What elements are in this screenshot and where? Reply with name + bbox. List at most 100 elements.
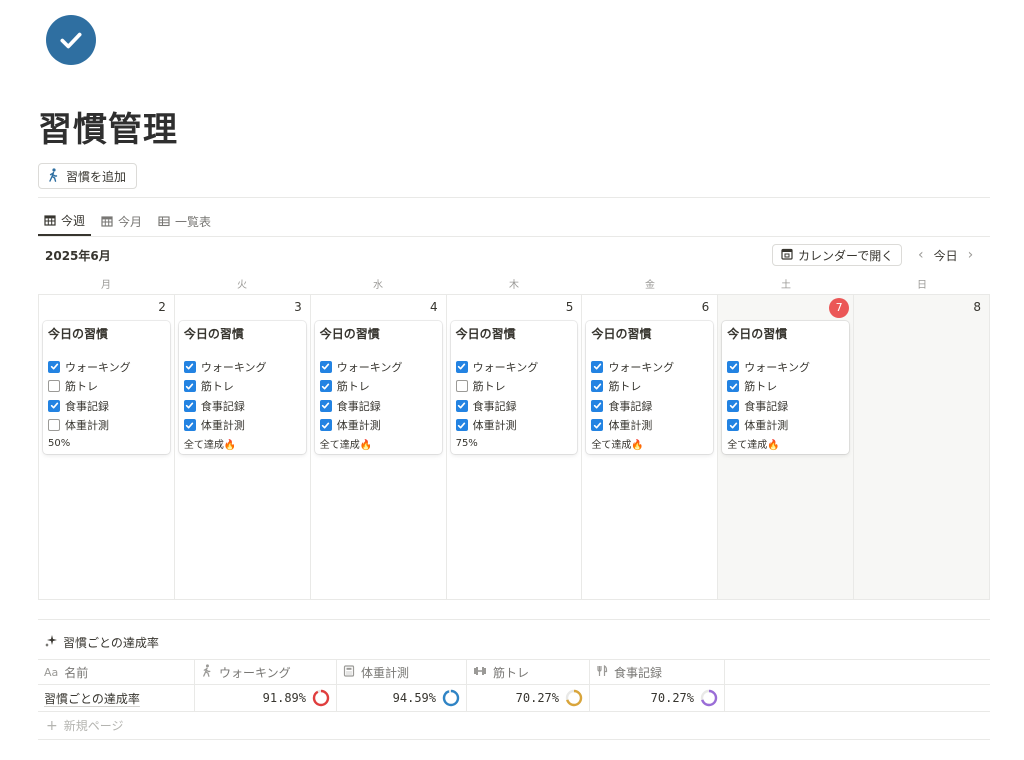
- add-habit-button[interactable]: 習慣を追加: [38, 163, 138, 189]
- checkbox-checked[interactable]: [591, 399, 604, 412]
- checkbox-checked[interactable]: [455, 360, 468, 373]
- checkbox-checked[interactable]: [319, 419, 332, 432]
- divider: [38, 197, 990, 198]
- habit-card[interactable]: 今日の習慣 ウォーキング 筋トレ 食事記録 体重計測 全て達成🔥: [178, 321, 306, 454]
- progress-ring-icon: [700, 689, 718, 707]
- calendar-day[interactable]: 7 今日の習慣 ウォーキング 筋トレ 食事記録 体重計測 全て達成🔥: [718, 295, 855, 599]
- habit-card[interactable]: 今日の習慣 ウォーキング 筋トレ 食事記録 体重計測 全て達成🔥: [586, 321, 714, 454]
- checkbox-checked[interactable]: [183, 399, 196, 412]
- checkbox-checked[interactable]: [183, 360, 196, 373]
- day-number: 3: [294, 300, 302, 314]
- table-row[interactable]: 習慣ごとの達成率 91.89% 94.59% 70.27% 70.27%: [38, 685, 990, 712]
- habit-list: ウォーキング 筋トレ 食事記録 体重計測: [48, 357, 165, 435]
- checkbox-checked[interactable]: [319, 380, 332, 393]
- habit-card[interactable]: 今日の習慣 ウォーキング 筋トレ 食事記録 体重計測 全て達成🔥: [722, 321, 850, 454]
- habit-list: ウォーキング 筋トレ 食事記録 体重計測: [455, 357, 573, 436]
- weekday-header: 月 火 水 木 金 土 日: [38, 276, 990, 291]
- table-icon: [158, 215, 170, 227]
- habit-item: 筋トレ: [455, 377, 573, 397]
- habit-label: 食事記録: [744, 399, 789, 413]
- column-header-meal[interactable]: 食事記録: [590, 660, 725, 684]
- checkbox-checked[interactable]: [48, 360, 60, 373]
- checkbox-checked[interactable]: [727, 380, 740, 393]
- calendar-day[interactable]: 2 今日の習慣 ウォーキング 筋トレ 食事記録 体重計測 50%: [39, 295, 175, 599]
- tab-label: 今月: [118, 214, 143, 229]
- chevron-right-icon[interactable]: ›: [968, 247, 974, 263]
- checkbox-checked[interactable]: [727, 360, 740, 373]
- completion-status: 全て達成🔥: [591, 439, 644, 451]
- calendar-day[interactable]: 8: [854, 295, 990, 599]
- habit-card[interactable]: 今日の習慣 ウォーキング 筋トレ 食事記録 体重計測 全て達成🔥: [314, 321, 442, 454]
- checkbox-checked[interactable]: [183, 419, 196, 432]
- strength-rate-cell[interactable]: 70.27%: [467, 685, 590, 711]
- page-title: 習慣管理: [38, 110, 178, 150]
- habit-item: 体重計測: [319, 416, 437, 436]
- habit-card[interactable]: 今日の習慣 ウォーキング 筋トレ 食事記録 体重計測 75%: [450, 321, 578, 454]
- habit-item: 食事記録: [183, 396, 301, 416]
- walking-rate-cell[interactable]: 91.89%: [195, 685, 337, 711]
- habit-item: 食事記録: [727, 396, 844, 416]
- column-header-strength[interactable]: 筋トレ: [467, 660, 590, 684]
- today-button[interactable]: 今日: [934, 247, 958, 264]
- calendar-day[interactable]: 6 今日の習慣 ウォーキング 筋トレ 食事記録 体重計測 全て達成🔥: [582, 295, 719, 599]
- habit-label: ウォーキング: [608, 360, 675, 374]
- calendar-day[interactable]: 4 今日の習慣 ウォーキング 筋トレ 食事記録 体重計測 全て達成🔥: [311, 295, 447, 599]
- completion-status: 全て達成🔥: [319, 439, 373, 451]
- habit-item: 食事記録: [455, 396, 573, 416]
- column-header-walking[interactable]: ウォーキング: [195, 660, 337, 684]
- habit-item: ウォーキング: [727, 357, 844, 377]
- column-header-name[interactable]: Aa 名前: [38, 660, 195, 684]
- open-in-calendar-button[interactable]: カレンダーで開く: [772, 244, 903, 266]
- page-check-icon[interactable]: [46, 15, 96, 65]
- checkbox-checked[interactable]: [591, 419, 604, 432]
- column-header-weight[interactable]: 体重計測: [337, 660, 467, 684]
- calendar-icon: [44, 214, 56, 226]
- checkbox-checked[interactable]: [591, 360, 604, 373]
- card-title: 今日の習慣: [183, 327, 244, 341]
- habit-label: 筋トレ: [744, 380, 778, 394]
- habit-list: ウォーキング筋トレ食事記録体重計測: [591, 357, 708, 435]
- row-name-cell[interactable]: 習慣ごとの達成率: [38, 685, 195, 711]
- habit-item: 筋トレ: [591, 377, 708, 397]
- weekday-label: 木: [509, 280, 519, 291]
- view-tabs: 今週 今月 一覧表: [38, 206, 217, 236]
- tab-this-week[interactable]: 今週: [38, 206, 92, 236]
- checkbox-checked[interactable]: [183, 380, 196, 393]
- checkbox-checked[interactable]: [455, 399, 468, 412]
- checkbox-checked[interactable]: [727, 399, 740, 412]
- checkbox-unchecked[interactable]: [48, 419, 60, 432]
- tab-this-month[interactable]: 今月: [95, 206, 148, 236]
- checkbox-checked[interactable]: [591, 380, 604, 393]
- calendar-day[interactable]: 5 今日の習慣 ウォーキング 筋トレ 食事記録 体重計測 75%: [447, 295, 583, 599]
- dumbbell-icon: [473, 665, 487, 680]
- progress-ring-icon: [565, 689, 583, 707]
- checkbox-unchecked[interactable]: [48, 380, 60, 393]
- weight-rate-cell[interactable]: 94.59%: [337, 685, 467, 711]
- new-page-button[interactable]: + 新規ページ: [38, 712, 990, 740]
- fork-knife-icon: [596, 664, 608, 680]
- habit-label: 体重計測: [65, 419, 109, 433]
- tab-list[interactable]: 一覧表: [152, 206, 217, 236]
- day-number: 2: [158, 300, 166, 314]
- habit-list: ウォーキング筋トレ食事記録体重計測: [727, 357, 844, 435]
- tab-label: 今週: [61, 213, 86, 228]
- checkbox-unchecked[interactable]: [455, 380, 468, 393]
- chevron-left-icon[interactable]: ‹: [918, 247, 924, 263]
- habit-item: 筋トレ: [48, 377, 165, 397]
- habit-label: 体重計測: [744, 419, 789, 433]
- checkbox-checked[interactable]: [319, 360, 332, 373]
- habit-card[interactable]: 今日の習慣 ウォーキング 筋トレ 食事記録 体重計測 50%: [43, 321, 170, 454]
- habit-item: 体重計測: [455, 416, 573, 436]
- checkbox-checked[interactable]: [319, 399, 332, 412]
- meal-rate-cell[interactable]: 70.27%: [590, 685, 725, 711]
- habit-label: 食事記録: [608, 399, 653, 413]
- checkbox-checked[interactable]: [455, 419, 468, 432]
- completion-status: 全て達成🔥: [727, 439, 780, 451]
- habit-label: 筋トレ: [65, 380, 98, 394]
- checkbox-checked[interactable]: [727, 419, 740, 432]
- progress-ring-fill: [442, 689, 460, 707]
- checkbox-checked[interactable]: [48, 399, 60, 412]
- calendar-day[interactable]: 3 今日の習慣 ウォーキング 筋トレ 食事記録 体重計測 全て達成🔥: [175, 295, 311, 599]
- habit-label: 体重計測: [608, 419, 653, 433]
- column-label: ウォーキング: [219, 665, 291, 680]
